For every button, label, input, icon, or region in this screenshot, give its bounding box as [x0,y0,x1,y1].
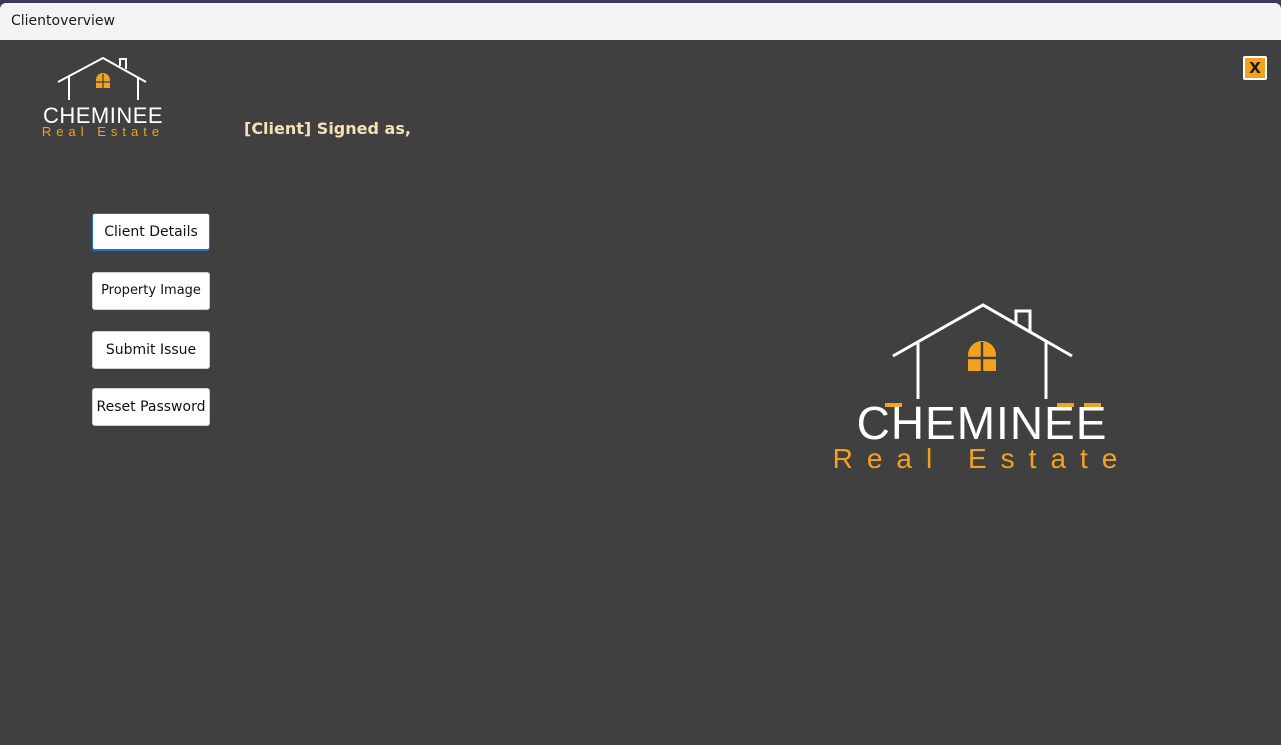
logo-large-name: CHEMINEE [857,397,1108,449]
logo-large-tagline: Real Estate [833,443,1132,472]
title-bar[interactable]: Clientoverview [0,3,1281,41]
client-details-button[interactable]: Client Details [92,213,210,251]
cheminee-logo-small: CHEMINEE Real Estate [42,56,164,139]
submit-issue-button[interactable]: Submit Issue [92,331,210,369]
close-button[interactable]: X [1243,56,1267,80]
signed-as-label: [Client] Signed as, [244,119,411,138]
logo-small-tagline: Real Estate [42,124,164,139]
property-image-button[interactable]: Property Image [92,272,210,310]
cheminee-logo-large: CHEMINEE Real Estate [833,303,1132,472]
app-window: Clientoverview CHEMINEE Real Estate [Cli… [0,3,1281,745]
reset-password-button[interactable]: Reset Password [92,388,210,426]
main-content: CHEMINEE Real Estate [Client] Signed as,… [0,40,1281,745]
window-title: Clientoverview [11,13,115,29]
